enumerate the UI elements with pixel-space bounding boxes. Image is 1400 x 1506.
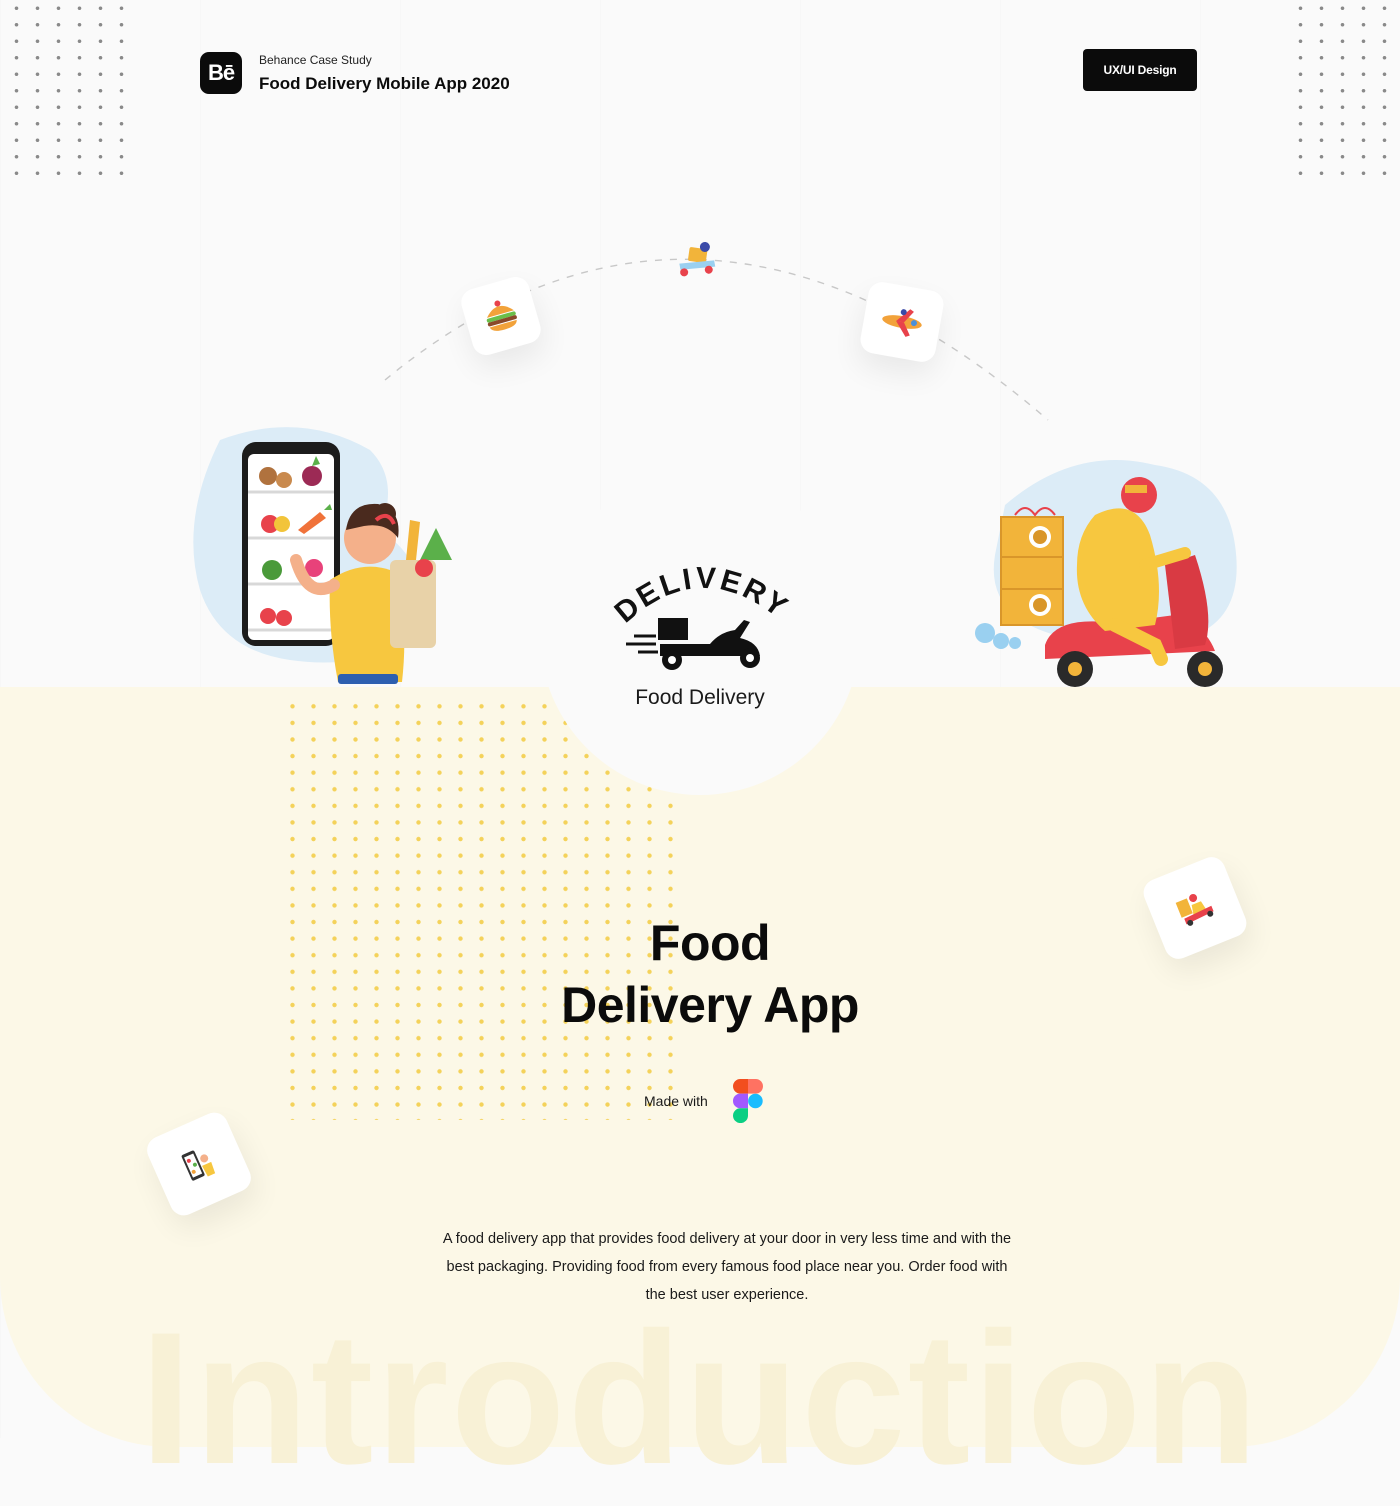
burger-icon <box>486 300 517 331</box>
badge-subtitle: Food Delivery <box>635 686 765 709</box>
scooter-delivery-illustration <box>975 460 1237 687</box>
hero-title-line1: Food <box>649 915 771 971</box>
badge-arc-text: DELIVERY <box>609 562 793 630</box>
intro-description: A food delivery app that provides food d… <box>442 1231 1012 1303</box>
grocery-shopper-illustration <box>193 427 452 684</box>
scooter-box-icon <box>1175 893 1214 926</box>
airplane-card <box>858 279 946 365</box>
phone-shopping-icon <box>181 1150 216 1181</box>
delivery-logo: DELIVERY <box>609 562 796 670</box>
svg-text:DELIVERY: DELIVERY <box>609 562 796 630</box>
hero-title-line2: Delivery App <box>561 977 859 1033</box>
background-heading: Introduction <box>139 1293 1261 1503</box>
made-with-label: Made with <box>644 1093 708 1109</box>
orbit-arc <box>384 258 1049 421</box>
airplane-icon <box>882 309 922 337</box>
figma-icon <box>733 1079 763 1123</box>
hero-title: Food Delivery App <box>450 912 970 1036</box>
delivery-rider-icon <box>679 241 716 277</box>
rider-card <box>655 219 738 301</box>
scooter-icon <box>626 618 760 670</box>
